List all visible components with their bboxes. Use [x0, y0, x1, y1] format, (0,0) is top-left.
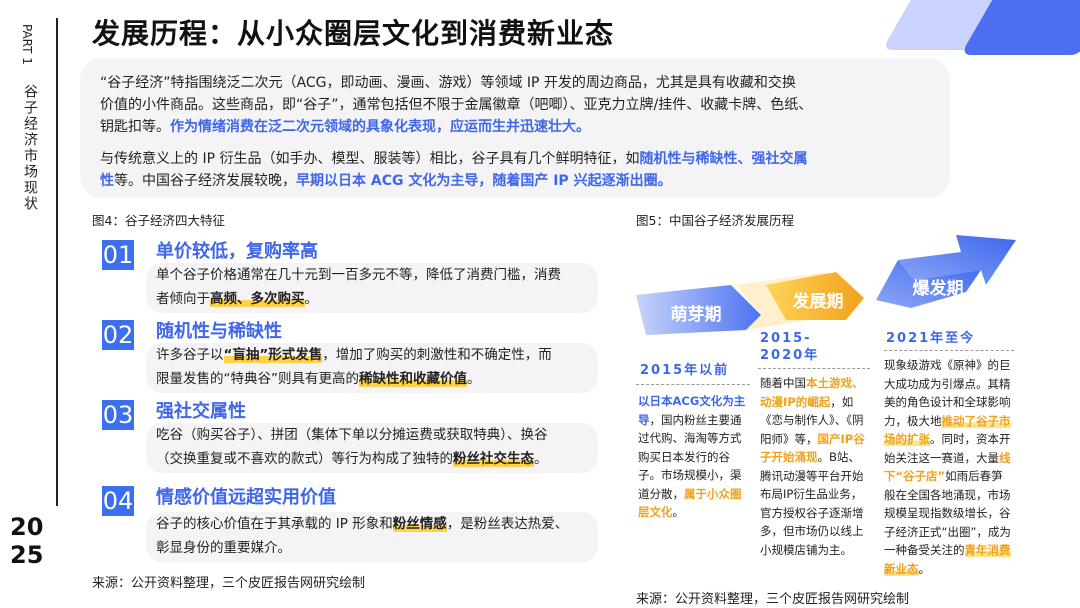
fig5-caption: 图5：中国谷子经济发展历程 [636, 213, 794, 228]
feature-text-part: （交换重复或不喜欢的款式）等行为构成了独特的 [156, 451, 453, 467]
feature-text-part: 谷子的核心价值在于其承载的 IP 形象和 [156, 516, 393, 532]
feature-text-part: 者倾向于 [156, 291, 210, 307]
stage-label-explosion: 爆发期 [912, 279, 964, 299]
stage-label-germination: 萌芽期 [670, 305, 722, 325]
era-2015-2020-line2: 2020年 [760, 348, 820, 363]
year-bottom: 25 [10, 541, 44, 569]
feature-heading: 情感价值远超实用价值 [156, 487, 336, 508]
intro-text: 钥匙扣等。 [100, 119, 170, 135]
feature-text-part: 。 [467, 371, 481, 387]
era-text-col1: 以日本ACG文化为主导，国内粉丝主要通过代购、海淘等方式购买日本发行的谷子。市场… [638, 392, 748, 522]
feature-highlight: 稀缺性和收藏价值 [359, 371, 467, 387]
feature-box: 许多谷子以“盲抽”形式发售，增加了购买的刺激性和不确定性，而 限量发售的“特典谷… [146, 343, 598, 393]
side-divider [56, 18, 58, 506]
feature-highlight: 粉丝社交生态 [453, 451, 534, 467]
intro-highlight: 作为情绪消费在泛二次元领域的具象化表现，应运而生并迅速壮大。 [170, 119, 590, 135]
feature-text: 者倾向于高频、多次购买。 [156, 287, 598, 311]
feature-text: 限量发售的“特典谷”则具有更高的稀缺性和收藏价值。 [156, 367, 598, 391]
intro-line-2: 价值的小件商品。这些商品，即“谷子”，通常包括但不限于金属徽章（吧唧）、亚克力立… [100, 97, 813, 113]
fig4-caption: 图4：谷子经济四大特征 [92, 213, 225, 228]
intro-text: 等。中国谷子经济发展较晚， [114, 173, 296, 189]
feature-text: （交换重复或不喜欢的款式）等行为构成了独特的粉丝社交生态。 [156, 447, 598, 471]
feature-text: 吃谷（购买谷子）、拼团（集体下单以分摊运费或获取特典）、换谷 [156, 427, 548, 443]
feature-heading: 单价较低，复购率高 [156, 241, 318, 262]
page-title: 发展历程：从小众圈层文化到消费新业态 [92, 17, 615, 50]
feature-text: 谷子的核心价值在于其承载的 IP 形象和粉丝情感，是粉丝表达热爱、 [156, 512, 598, 536]
section-label: 谷子经济市场现状 [22, 84, 38, 212]
era-divider [636, 384, 750, 385]
era-divider [884, 350, 1014, 351]
feature-highlight: 高频、多次购买 [210, 291, 305, 307]
intro-line-1: “谷子经济”特指围绕泛二次元（ACG，即动画、漫画、游戏）等领域 IP 开发的周… [100, 75, 796, 91]
intro-box: “谷子经济”特指围绕泛二次元（ACG，即动画、漫画、游戏）等领域 IP 开发的周… [80, 58, 950, 198]
feature-text-part: ，是粉丝表达热爱、 [446, 516, 569, 532]
part-label: PART 1 [20, 24, 34, 65]
year-top: 20 [10, 513, 44, 541]
feature-text: 许多谷子以“盲抽”形式发售，增加了购买的刺激性和不确定性，而 [156, 343, 598, 367]
feature-text-part: 。 [534, 451, 548, 467]
era-text: 。 [918, 561, 931, 576]
fig4-source: 来源：公开资料整理，三个皮匠报告网研究绘制 [92, 576, 366, 591]
intro-highlight: 早期以日本 ACG 文化为主导，随着国产 IP 兴起逐渐出圈。 [296, 173, 672, 189]
feature-text-part: 限量发售的“特典谷”则具有更高的 [156, 371, 359, 387]
intro-line-3: 钥匙扣等。作为情绪消费在泛二次元领域的具象化表现，应运而生并迅速壮大。 [100, 116, 590, 138]
era-text-col3: 现象级游戏《原神》的巨大成功成为引爆点。其精美的角色设计和全球影响力，极大地推动… [884, 356, 1014, 578]
feature-number: 01 [102, 240, 134, 270]
feature-text-part: 许多谷子以 [156, 347, 224, 363]
feature-highlight: “盲抽”形式发售 [223, 347, 323, 363]
era-2015-2020-line1: 2015- [760, 331, 812, 346]
era-text-col2: 随着中国本土游戏、动漫IP的崛起，如《恋与制作人》、《阴阳师》等，国产IP谷子开… [760, 374, 870, 559]
intro-line-5: 性等。中国谷子经济发展较晚，早期以日本 ACG 文化为主导，随着国产 IP 兴起… [100, 170, 672, 192]
feature-number: 02 [102, 320, 134, 350]
feature-box: 吃谷（购买谷子）、拼团（集体下单以分摊运费或获取特典）、换谷 （交换重复或不喜欢… [146, 423, 598, 473]
era-2021-now: 2021年至今 [886, 331, 976, 346]
feature-number: 04 [102, 486, 134, 516]
era-2015-before: 2015年以前 [640, 363, 730, 378]
era-text: 。B站、腾讯动漫等平台开始布局IP衍生品业务，官方授权谷子逐渐增多，但市场仍以线… [760, 450, 864, 557]
intro-line-4: 与传统意义上的 IP 衍生品（如手办、模型、服装等）相比，谷子具有几个鲜明特征，… [100, 148, 807, 170]
fig5-source: 来源：公开资料整理，三个皮匠报告网研究绘制 [636, 592, 910, 607]
feature-number: 03 [102, 400, 134, 430]
intro-highlight: 性 [100, 173, 114, 189]
feature-text-part: 。 [304, 291, 319, 307]
feature-box: 谷子的核心价值在于其承载的 IP 形象和粉丝情感，是粉丝表达热爱、 彰显身份的重… [146, 512, 598, 562]
feature-highlight: 粉丝情感 [392, 516, 447, 532]
feature-text: 彰显身份的重要媒介。 [156, 540, 291, 556]
feature-heading: 强社交属性 [156, 401, 246, 422]
feature-text: 单个谷子价格通常在几十元到一百多元不等，降低了消费门槛，消费 [156, 267, 561, 283]
feature-text-part: ，增加了购买的刺激性和不确定性，而 [322, 347, 552, 363]
era-text: 。 [672, 505, 685, 519]
feature-box: 单个谷子价格通常在几十元到一百多元不等，降低了消费门槛，消费 者倾向于高频、多次… [146, 263, 598, 313]
feature-heading: 随机性与稀缺性 [156, 321, 282, 342]
era-divider [758, 368, 870, 369]
intro-text: 与传统意义上的 IP 衍生品（如手办、模型、服装等）相比，谷子具有几个鲜明特征，… [100, 151, 640, 167]
stage-label-development: 发展期 [792, 292, 844, 312]
era-text: 随着中国 [760, 376, 806, 390]
intro-highlight: 随机性与稀缺性、强社交属 [639, 151, 808, 167]
